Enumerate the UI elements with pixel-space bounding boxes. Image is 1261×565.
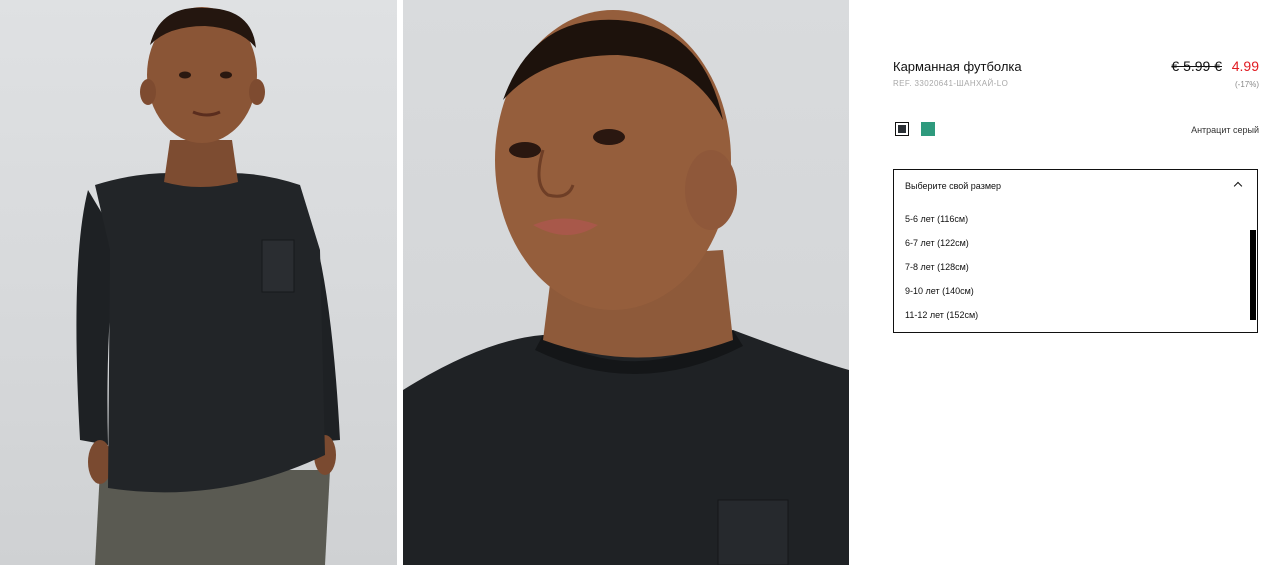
- size-option[interactable]: 6-7 лет (122см): [905, 237, 978, 261]
- size-dropdown[interactable]: Выберите свой размер 5-6 лет (116см) 6-7…: [893, 169, 1258, 333]
- color-swatch-anthracite-fill: [898, 125, 906, 133]
- color-swatch-anthracite[interactable]: [895, 122, 909, 136]
- original-price: € 5.99 €: [1171, 58, 1222, 74]
- color-swatch-green[interactable]: [921, 122, 935, 136]
- product-ref: REF. 33020641-ШАНХАЙ-LO: [893, 79, 1009, 88]
- size-option[interactable]: 11-12 лет (152см): [905, 309, 978, 333]
- product-page: Карманная футболка REF. 33020641-ШАНХАЙ-…: [0, 0, 1261, 565]
- size-list-scrollbar[interactable]: [1250, 230, 1256, 320]
- product-photo-full-image: [76, 7, 340, 565]
- size-option[interactable]: 9-10 лет (140см): [905, 285, 978, 309]
- discount-badge: (-17%): [1234, 80, 1259, 89]
- product-title: Карманная футболка: [893, 59, 1022, 74]
- size-dropdown-label[interactable]: Выберите свой размер: [905, 181, 1001, 191]
- product-photo-full[interactable]: [0, 0, 397, 565]
- chevron-up-icon[interactable]: [1233, 181, 1243, 191]
- size-options-list: 5-6 лет (116см) 6-7 лет (122см) 7-8 лет …: [905, 213, 978, 333]
- size-option[interactable]: 7-8 лет (128см): [905, 261, 978, 285]
- product-photo-closeup-image: [403, 10, 849, 565]
- selected-color-name: Антрацит серый: [1191, 125, 1259, 135]
- sale-price: 4.99: [1231, 58, 1259, 74]
- size-option[interactable]: 5-6 лет (116см): [905, 213, 978, 237]
- product-photo-closeup[interactable]: [403, 0, 849, 565]
- product-info-panel: Карманная футболка REF. 33020641-ШАНХАЙ-…: [893, 0, 1259, 565]
